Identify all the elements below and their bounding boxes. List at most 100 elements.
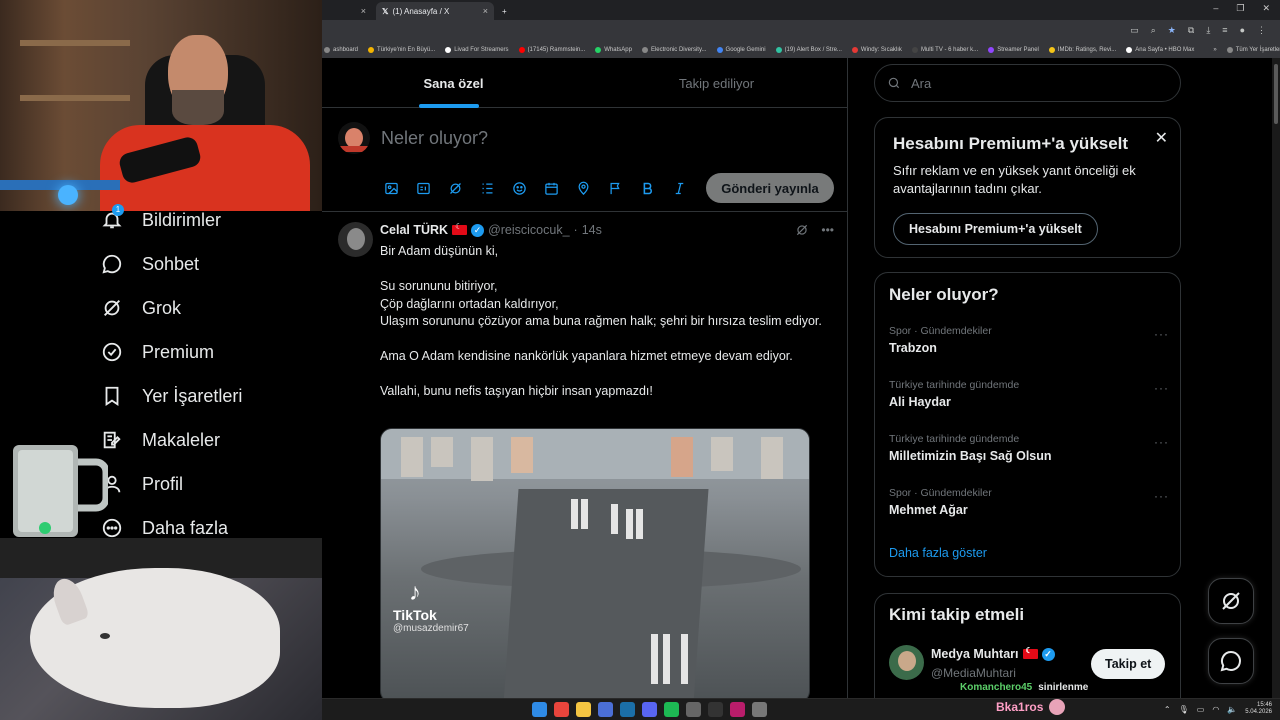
tweet-time[interactable]: 14s — [582, 223, 602, 237]
browser-tab-prev[interactable]: × — [322, 2, 372, 20]
bookmark-item[interactable]: Google Gemini — [716, 47, 766, 53]
schedule-icon[interactable] — [542, 179, 561, 198]
tab-label: Takip ediliyor — [678, 75, 755, 91]
more-options-icon[interactable]: ··· — [1154, 435, 1169, 449]
suggested-user-name-row[interactable]: Medya Muhtarı ✓ — [931, 646, 1055, 661]
bookmark-item[interactable]: » — [1204, 47, 1217, 53]
bold-icon[interactable] — [638, 179, 657, 198]
image-icon[interactable] — [382, 179, 401, 198]
nav-item-bookmarks[interactable]: Yer İşaretleri — [100, 374, 242, 418]
suggested-user-avatar[interactable] — [889, 645, 924, 680]
terminal-icon[interactable] — [708, 702, 723, 717]
more-options-icon[interactable]: ··· — [1154, 327, 1169, 341]
bookmark-item[interactable]: Windy: Sıcaklık — [851, 47, 902, 53]
emoji-icon[interactable] — [510, 179, 529, 198]
bookmark-item[interactable]: Ana Sayfa • HBO Max — [1126, 47, 1194, 53]
scrollbar-thumb[interactable] — [1274, 64, 1278, 124]
browser-tab-active[interactable]: 𝕏 (1) Anasayfa / X × — [376, 2, 494, 20]
calc-icon[interactable] — [686, 702, 701, 717]
nav-item-grok[interactable]: Grok — [100, 286, 181, 330]
menu-icon[interactable]: ⋮ — [1257, 25, 1266, 36]
obs-icon[interactable] — [598, 702, 613, 717]
star-icon[interactable]: ★ — [1168, 25, 1176, 36]
trend-item[interactable]: Spor · Gündemdekiler Mehmet Ağar ··· — [889, 487, 1169, 533]
bookmark-item[interactable]: Streamer Panel — [988, 47, 1039, 53]
profile-avatar-icon[interactable]: ● — [1240, 25, 1245, 36]
tweet-media-video[interactable]: ♪ TikTok @musazdemir67 — [380, 428, 810, 698]
trend-item[interactable]: Spor · Gündemdekiler Trabzon ··· — [889, 325, 1169, 371]
close-icon[interactable]: ✕ — [1155, 128, 1168, 148]
cast-icon[interactable]: ▭ — [1130, 25, 1139, 36]
page-scrollbar[interactable] — [1272, 58, 1280, 698]
discord-icon[interactable] — [642, 702, 657, 717]
mic-icon[interactable]: 🎙 — [1179, 705, 1189, 714]
italic-icon[interactable] — [670, 179, 689, 198]
tab-close-icon[interactable]: × — [483, 6, 488, 16]
taskbar-apps — [532, 702, 767, 717]
gif-icon[interactable] — [414, 179, 433, 198]
nav-item-chat[interactable]: Sohbet — [100, 242, 199, 286]
zoom-icon[interactable]: ⌕ — [1151, 25, 1156, 36]
tweet-author-name[interactable]: Celal TÜRK — [380, 223, 448, 237]
user-avatar[interactable] — [338, 122, 370, 154]
bookmark-item[interactable]: WhatsApp — [595, 47, 632, 53]
poll-icon[interactable] — [478, 179, 497, 198]
bookmark-item[interactable]: Electronic Diversity... — [641, 47, 707, 53]
minimize-button[interactable]: – — [1213, 3, 1218, 14]
wifi-icon[interactable]: ◠ — [1212, 705, 1219, 714]
tab-close-icon[interactable]: × — [361, 6, 366, 16]
more-options-icon[interactable]: ••• — [821, 223, 834, 240]
maximize-button[interactable]: ❐ — [1236, 3, 1244, 14]
bookmark-item[interactable]: (19) Alert Box / Stre... — [775, 47, 842, 53]
grok-icon[interactable] — [446, 179, 465, 198]
grok-icon[interactable] — [795, 223, 809, 240]
extensions-icon[interactable]: ⧉ — [1188, 25, 1194, 36]
bookmark-item[interactable]: ashboard — [324, 47, 358, 53]
steam-icon[interactable] — [620, 702, 635, 717]
trend-item[interactable]: Türkiye tarihinde gündemde Milletimizin … — [889, 433, 1169, 479]
compose-input[interactable]: Neler oluyor? — [381, 128, 488, 149]
post-button[interactable]: Gönderi yayınla — [706, 173, 834, 203]
bookmark-item[interactable]: Türkiye'nin En Büyü... — [368, 47, 435, 53]
nav-item-articles[interactable]: Makaleler — [100, 418, 220, 462]
bookmark-item[interactable]: Tüm Yer İşaretleri — [1226, 47, 1280, 53]
new-tab-button[interactable]: + — [496, 2, 513, 20]
more-options-icon[interactable]: ··· — [1154, 381, 1169, 395]
show-more-link[interactable]: Daha fazla göster — [889, 546, 987, 560]
clock[interactable]: 15:46 5.04.2026 — [1245, 702, 1272, 716]
more-options-icon[interactable]: ··· — [1154, 489, 1169, 503]
bookmark-favicon-icon — [1226, 47, 1233, 53]
volume-icon[interactable]: 🔈 — [1227, 705, 1237, 714]
bookmark-item[interactable]: IMDb: Ratings, Revi... — [1048, 47, 1116, 53]
media-icon[interactable]: ≡ — [1222, 25, 1227, 36]
bookmark-item[interactable]: (17145) Rammstein... — [518, 47, 585, 53]
trend-item[interactable]: Türkiye tarihinde gündemde Ali Haydar ··… — [889, 379, 1169, 425]
spotify-icon[interactable] — [664, 702, 679, 717]
search-input[interactable]: Ara — [874, 64, 1181, 102]
explorer-icon[interactable] — [576, 702, 591, 717]
tab-for-you[interactable]: Sana özel — [322, 58, 585, 108]
bookmark-item[interactable]: Multi TV - 6 haber k... — [911, 47, 978, 53]
download-icon[interactable]: ⤓ — [1206, 25, 1210, 36]
app-icon[interactable] — [730, 702, 745, 717]
bookmark-item[interactable]: Livad For Streamers — [445, 47, 509, 53]
tray-arrow-icon[interactable]: ⌃ — [1164, 705, 1171, 714]
messages-fab-button[interactable] — [1208, 638, 1254, 684]
grok-fab-button[interactable] — [1208, 578, 1254, 624]
sync-icon[interactable] — [752, 702, 767, 717]
tweet[interactable]: Celal TÜRK ✓ @reiscicocuk_ · 14s ••• Bir… — [322, 213, 847, 698]
flag-icon[interactable] — [606, 179, 625, 198]
tweet-author-avatar[interactable] — [338, 222, 373, 257]
nav-item-premium[interactable]: Premium — [100, 330, 214, 374]
suggested-user-handle[interactable]: @MediaMuhtari — [931, 666, 1016, 680]
follow-button[interactable]: Takip et — [1091, 649, 1166, 679]
chrome-icon[interactable] — [554, 702, 569, 717]
nav-item-profile[interactable]: Profil — [100, 462, 183, 506]
close-window-button[interactable]: ✕ — [1262, 3, 1270, 14]
battery-icon[interactable]: ▭ — [1197, 705, 1205, 714]
start-icon[interactable] — [532, 702, 547, 717]
tweet-author-handle[interactable]: @reiscicocuk_ — [488, 223, 569, 237]
premium-upgrade-button[interactable]: Hesabını Premium+'a yükselt — [893, 213, 1098, 245]
location-icon[interactable] — [574, 179, 593, 198]
tab-following[interactable]: Takip ediliyor — [585, 58, 847, 108]
